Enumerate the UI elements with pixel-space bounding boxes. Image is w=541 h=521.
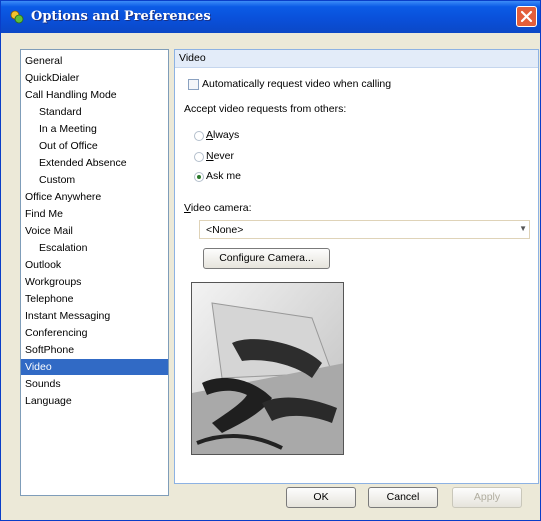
- auto-request-video-label: Automatically request video when calling: [202, 78, 392, 90]
- panel-header: Video: [175, 50, 538, 68]
- nav-item-workgroups[interactable]: Workgroups: [21, 274, 168, 290]
- nav-item-escalation[interactable]: Escalation: [21, 240, 168, 256]
- nav-item-softphone[interactable]: SoftPhone: [21, 342, 168, 358]
- nav-item-outlook[interactable]: Outlook: [21, 257, 168, 273]
- cancel-button[interactable]: Cancel: [368, 487, 438, 508]
- options-category-list[interactable]: General QuickDialer Call Handling Mode Stan…: [20, 49, 169, 496]
- nav-item-extended-absence[interactable]: Extended Absence: [21, 155, 168, 171]
- accept-never-label: Never: [206, 150, 235, 162]
- close-icon: [520, 10, 533, 23]
- telephone-preview-graphic: [192, 283, 343, 454]
- apply-button[interactable]: Apply: [452, 487, 522, 508]
- nav-item-office-anywhere[interactable]: Office Anywhere: [21, 189, 168, 205]
- nav-item-telephone[interactable]: Telephone: [21, 291, 168, 307]
- nav-item-find-me[interactable]: Find Me: [21, 206, 168, 222]
- ok-button[interactable]: OK: [286, 487, 356, 508]
- nav-item-standard[interactable]: Standard: [21, 104, 168, 120]
- configure-camera-button[interactable]: Configure Camera...: [203, 248, 330, 269]
- nav-item-sounds[interactable]: Sounds: [21, 376, 168, 392]
- options-dialog: Options and Preferences General QuickDial…: [0, 0, 541, 521]
- accept-requests-label: Accept video requests from others:: [184, 103, 347, 115]
- video-camera-value: <None>: [206, 224, 244, 236]
- nav-item-language[interactable]: Language: [21, 393, 168, 409]
- accept-always-label: Always: [206, 129, 240, 141]
- nav-item-quickdialer[interactable]: QuickDialer: [21, 70, 168, 86]
- chevron-down-icon[interactable]: ▼: [519, 224, 527, 233]
- nav-item-voice-mail[interactable]: Voice Mail: [21, 223, 168, 239]
- configure-camera-label: Configure Camera...: [219, 252, 314, 264]
- accept-always-radio[interactable]: [194, 131, 204, 141]
- auto-request-video-checkbox[interactable]: [188, 79, 199, 90]
- video-preview-image: [191, 282, 344, 455]
- nav-item-instant-messaging[interactable]: Instant Messaging: [21, 308, 168, 324]
- panel-title: Video: [179, 52, 206, 64]
- nav-item-out-of-office[interactable]: Out of Office: [21, 138, 168, 154]
- video-camera-label: Video camera:: [184, 202, 252, 214]
- nav-item-custom[interactable]: Custom: [21, 172, 168, 188]
- accept-never-radio[interactable]: [194, 152, 204, 162]
- title-bar[interactable]: Options and Preferences: [1, 1, 540, 33]
- app-icon: [10, 10, 24, 24]
- nav-item-general[interactable]: General: [21, 53, 168, 69]
- nav-item-in-a-meeting[interactable]: In a Meeting: [21, 121, 168, 137]
- accept-ask-me-label: Ask me: [206, 170, 242, 182]
- window-title: Options and Preferences: [31, 9, 211, 24]
- nav-item-call-handling-mode[interactable]: Call Handling Mode: [21, 87, 168, 103]
- close-button[interactable]: [516, 6, 537, 27]
- video-camera-select[interactable]: <None> ▼: [199, 220, 530, 239]
- nav-item-video[interactable]: Video: [21, 359, 168, 375]
- nav-item-conferencing[interactable]: Conferencing: [21, 325, 168, 341]
- accept-ask-me-radio[interactable]: [194, 172, 204, 182]
